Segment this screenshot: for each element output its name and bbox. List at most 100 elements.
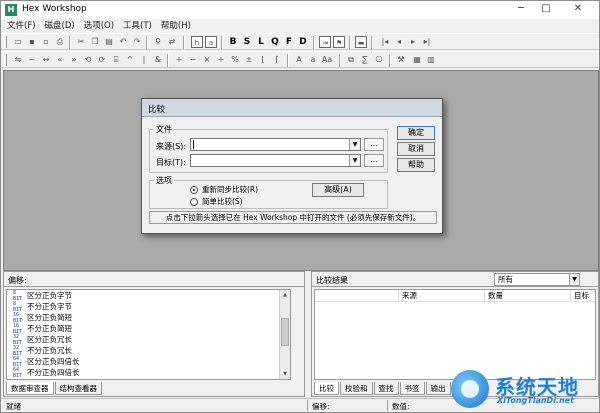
window-icon[interactable]: ▬ <box>355 36 367 48</box>
scroll-up-icon[interactable]: ▲ <box>280 290 290 300</box>
tab-output[interactable]: 输出 <box>425 382 451 395</box>
inspector-list[interactable]: 8 BIT 区分正负字节 8 BIT 不分正负字节 16 BIT 区分正负简短 16 … <box>6 289 291 380</box>
upper-icon[interactable]: A <box>293 54 305 66</box>
minimize-button[interactable]: ─ <box>509 2 533 17</box>
menu-disk[interactable]: 磁盘(D) <box>45 19 75 33</box>
open-icon[interactable]: ▭ <box>12 36 24 48</box>
redo-icon[interactable]: ↷ <box>131 36 143 48</box>
cut-icon[interactable]: ✂ <box>75 36 87 48</box>
last-icon[interactable]: ▸| <box>421 36 433 48</box>
char-mode-icon[interactable]: a <box>205 36 217 48</box>
results-table[interactable]: 来源 数量 目标 <box>314 289 596 380</box>
menu-help[interactable]: 帮助(H) <box>161 19 191 33</box>
chevron-down-icon[interactable]: ▼ <box>349 155 360 166</box>
shift-icon[interactable]: ⇋ <box>12 54 24 66</box>
list-item[interactable]: 8 BIT 区分正负字节 <box>7 290 290 302</box>
dialog-title-bar[interactable]: 比较 <box>142 99 442 117</box>
swap-icon[interactable]: ↭ <box>40 54 52 66</box>
chevron-down-icon[interactable]: ▼ <box>349 139 360 150</box>
close-button[interactable]: ✕ <box>559 2 597 17</box>
list-item[interactable]: 32 BIT 区分正负冗长 <box>7 334 290 346</box>
tab-checksum[interactable]: 校验和 <box>340 382 373 395</box>
block-icon[interactable]: ⌸ <box>110 54 122 66</box>
save-icon[interactable]: ▪ <box>26 36 38 48</box>
calculator-icon[interactable]: ▥ <box>425 54 437 66</box>
help-button[interactable]: 帮助 <box>397 158 435 172</box>
undo-icon[interactable]: ↶ <box>117 36 129 48</box>
add-icon[interactable]: + <box>173 54 185 66</box>
menu-file[interactable]: 文件(F) <box>7 19 36 33</box>
format-short-button[interactable]: S <box>241 36 253 48</box>
source-combo[interactable]: ▼ <box>190 138 361 151</box>
checksum-icon[interactable]: ∑ <box>359 54 371 66</box>
column-header-target[interactable]: 目标 <box>571 290 595 301</box>
menu-tools[interactable]: 工具(T) <box>123 19 152 33</box>
list-item[interactable]: 64 BIT 区分正负四倍长 <box>7 356 290 368</box>
or-icon[interactable]: | <box>138 54 150 66</box>
chevron-down-icon[interactable]: ▼ <box>569 274 579 285</box>
browse-source-button[interactable]: ... <box>364 138 384 151</box>
shift-right-icon[interactable]: » <box>68 54 80 66</box>
format-double-button[interactable]: D <box>297 36 309 48</box>
divide-icon[interactable]: ÷ <box>215 54 227 66</box>
toolbar-grip[interactable] <box>4 36 7 48</box>
scroll-thumb[interactable] <box>281 318 289 346</box>
radio-icon[interactable] <box>190 197 198 206</box>
scroll-down-icon[interactable]: ▼ <box>280 369 290 379</box>
tab-structure-viewer[interactable]: 结构查看器 <box>54 382 102 395</box>
simple-compare-radio[interactable]: 简单比较(S) <box>190 196 243 207</box>
advanced-button[interactable]: 高级(A) <box>312 183 364 197</box>
hex-mode-icon[interactable]: h <box>191 36 203 48</box>
prev-icon[interactable]: ◂ <box>393 36 405 48</box>
base-converter-icon[interactable]: ▦ <box>411 54 423 66</box>
list-item[interactable]: 64 BIT 不分正负四倍长 <box>7 367 290 379</box>
invert-icon[interactable]: ~ <box>26 54 38 66</box>
generate-icon[interactable]: ⎔ <box>373 54 385 66</box>
browse-target-button[interactable]: ... <box>364 154 384 167</box>
list-item[interactable]: 32 BIT 不分正负冗长 <box>7 345 290 357</box>
format-long-button[interactable]: L <box>255 36 267 48</box>
radio-selected-icon[interactable] <box>190 185 198 194</box>
target-combo[interactable]: ▼ <box>190 154 361 167</box>
ok-button[interactable]: 确定 <box>397 126 435 140</box>
resync-compare-radio[interactable]: 重新同步比较(R) <box>190 184 258 195</box>
paste-icon[interactable]: ▤ <box>103 36 115 48</box>
rotate-right-icon[interactable]: ⟳ <box>96 54 108 66</box>
tab-bookmarks[interactable]: 书签 <box>399 382 425 395</box>
goto-icon[interactable]: ⇥ <box>319 36 331 48</box>
case-icon[interactable]: Aa <box>321 54 333 66</box>
format-byte-button[interactable]: B <box>227 36 239 48</box>
results-filter-select[interactable]: 所有 ▼ <box>494 273 580 286</box>
copy-icon[interactable]: ❐ <box>89 36 101 48</box>
subtract-icon[interactable]: − <box>187 54 199 66</box>
toolbar-grip[interactable] <box>4 54 7 66</box>
menu-options[interactable]: 选项(O) <box>84 19 114 33</box>
rotate-left-icon[interactable]: ⟲ <box>82 54 94 66</box>
next-icon[interactable]: ▸ <box>407 36 419 48</box>
list-item[interactable]: 16 BIT 不分正负简短 <box>7 323 290 335</box>
negate-icon[interactable]: ± <box>243 54 255 66</box>
format-float-button[interactable]: F <box>283 36 295 48</box>
xor-icon[interactable]: ^ <box>124 54 136 66</box>
list-item[interactable]: 16 BIT 区分正负简短 <box>7 312 290 324</box>
tab-compare[interactable]: 比较 <box>314 382 339 395</box>
floor-icon[interactable]: ⌊ <box>257 54 269 66</box>
compare-icon[interactable]: ⧉ <box>345 54 357 66</box>
list-item[interactable]: 8 BIT 不分正负字节 <box>7 301 290 313</box>
cancel-button[interactable]: 取消 <box>397 142 435 156</box>
replace-icon[interactable]: ⇄ <box>166 36 178 48</box>
tab-find[interactable]: 查找 <box>373 382 399 395</box>
print-icon[interactable]: ⎙ <box>54 36 66 48</box>
multiply-icon[interactable]: × <box>201 54 213 66</box>
lower-icon[interactable]: a <box>307 54 319 66</box>
tools-icon[interactable]: ⚒ <box>395 54 407 66</box>
first-icon[interactable]: |◂ <box>379 36 391 48</box>
maximize-button[interactable]: □ <box>534 2 558 17</box>
format-quad-button[interactable]: Q <box>269 36 281 48</box>
modulo-icon[interactable]: % <box>229 54 241 66</box>
save-all-icon[interactable]: ▫ <box>40 36 52 48</box>
find-icon[interactable]: ⚲ <box>152 36 164 48</box>
and-icon[interactable]: & <box>152 54 164 66</box>
tab-data-inspector[interactable]: 数据审查器 <box>6 382 54 395</box>
column-header-source[interactable]: 来源 <box>399 290 485 301</box>
